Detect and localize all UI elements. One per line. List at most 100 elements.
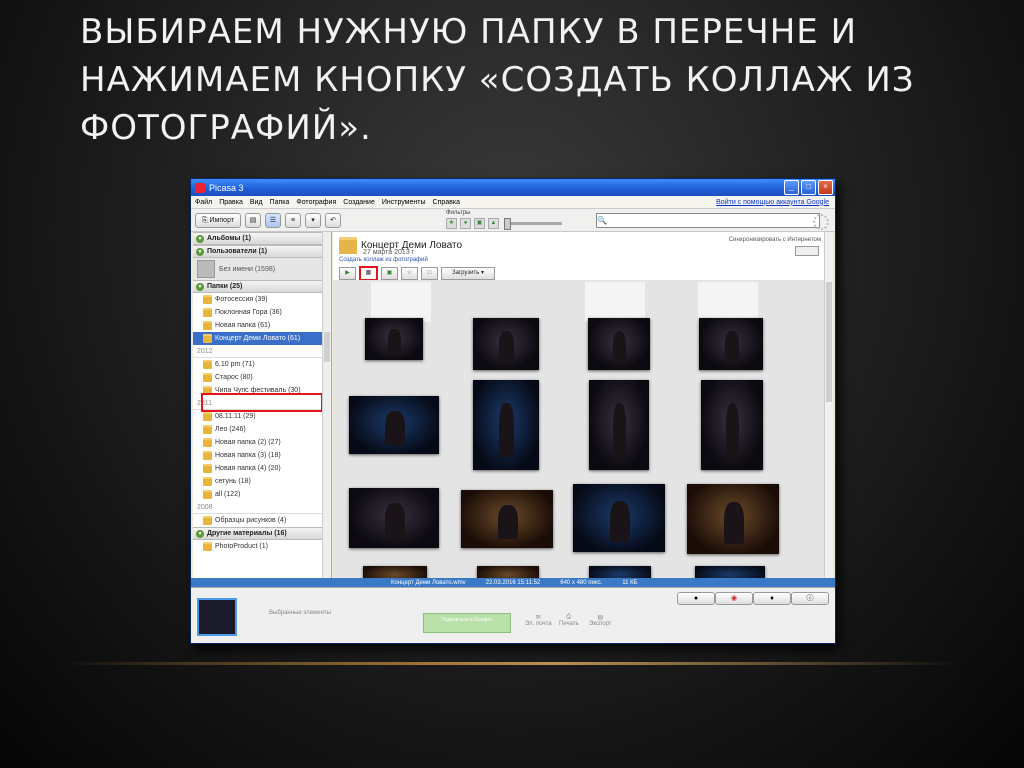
star-button[interactable]: ☆ [401, 267, 418, 280]
folder-icon [203, 334, 212, 343]
menu-tools[interactable]: Инструменты [382, 199, 426, 206]
folder-item[interactable]: Фотосессия (39) [193, 293, 331, 306]
user-item[interactable]: Без имени (1598) [193, 258, 331, 280]
menu-folder[interactable]: Папка [270, 199, 290, 206]
search-input[interactable]: 🔍 [596, 213, 820, 228]
folder-item[interactable]: Поклонная Гора (36) [193, 306, 331, 319]
folder-icon [203, 425, 212, 434]
maximize-button[interactable]: □ [801, 180, 816, 195]
menu-create[interactable]: Создание [343, 199, 375, 206]
import-label: Импорт [209, 216, 235, 224]
photo-thumbnail[interactable] [461, 490, 553, 548]
photo-thumbnail[interactable] [589, 566, 651, 578]
photo-thumbnail[interactable] [573, 484, 665, 552]
folder-item[interactable]: 6.10 pm (71) [193, 358, 331, 371]
status-file: Концерт Деми Ловато.wmv [391, 579, 466, 586]
tags-button[interactable]: ♦ [753, 592, 791, 605]
places-button[interactable]: ◉ [715, 592, 753, 605]
folder-item[interactable]: Новая папка (3) (18) [193, 449, 331, 462]
menu-edit[interactable]: Правка [219, 199, 243, 206]
print-button[interactable]: ⎙ Печать [559, 614, 579, 627]
photo-thumbnail[interactable] [363, 566, 427, 578]
menu-help[interactable]: Справка [433, 199, 460, 206]
export-button[interactable]: ▤ Экспорт [589, 614, 612, 627]
photo-thumbnail[interactable] [473, 318, 539, 370]
filter-movie-icon[interactable]: ▣ [474, 218, 485, 229]
menu-photo[interactable]: Фотография [296, 199, 336, 206]
folder-item[interactable]: сетунь (18) [193, 475, 331, 488]
picasa-window: Picasa 3 _ □ × Файл Правка Вид Папка Фот… [190, 178, 836, 644]
selected-thumbnail[interactable] [197, 598, 237, 636]
folder-item[interactable]: Старос (80) [193, 371, 331, 384]
folders-section[interactable]: ▼ Папки (25) [193, 280, 331, 293]
create-collage-link[interactable]: Создать коллаж из фотографий [339, 257, 428, 263]
close-button[interactable]: × [818, 180, 833, 195]
status-kb: 11 КБ [622, 579, 638, 586]
play-slideshow-button[interactable]: ▶ [339, 267, 356, 280]
info-button[interactable]: ⓘ [791, 592, 829, 605]
slide-title: Выбираем нужную папку в перечне и нажима… [80, 12, 915, 148]
users-section[interactable]: ▼ Пользователи (1) [193, 245, 331, 258]
photo-thumbnail[interactable] [349, 396, 439, 454]
photo-thumbnail[interactable] [371, 282, 431, 322]
selected-items-label: Выбранные элементы [269, 610, 331, 616]
upload-button[interactable]: Загрузить ▾ [441, 267, 495, 280]
folder-item[interactable]: Новая папка (61) [193, 319, 331, 332]
import-button[interactable]: ⎘ Импорт [195, 212, 242, 228]
expand-icon: ▼ [196, 247, 204, 256]
folder-item[interactable]: Лео (246) [193, 423, 331, 436]
view-library-icon[interactable]: ▤ [245, 212, 262, 228]
filter-geo-icon[interactable]: ▲ [488, 218, 499, 229]
albums-section[interactable]: ▼ Альбомы (1) [193, 232, 331, 245]
folder-item[interactable]: Новая папка (2) (27) [193, 436, 331, 449]
photo-thumbnail[interactable] [477, 566, 539, 578]
sync-toggle[interactable] [795, 246, 819, 256]
create-movie-button[interactable]: ▣ [381, 267, 398, 280]
folder-item[interactable]: Образцы рисунков (4) [193, 514, 331, 527]
email-button[interactable]: ✉ Эл. почта [525, 614, 552, 627]
menu-view[interactable]: Вид [250, 199, 263, 206]
people-button[interactable]: ● [677, 592, 715, 605]
photo-thumbnail[interactable] [687, 484, 779, 554]
avatar-icon [197, 260, 215, 278]
photo-thumbnail[interactable] [585, 282, 645, 322]
detail-view-icon[interactable]: ≡ [285, 212, 302, 228]
photo-thumbnail[interactable] [588, 318, 650, 370]
window-titlebar[interactable]: Picasa 3 _ □ × [191, 179, 835, 196]
photo-thumbnail[interactable] [701, 380, 763, 470]
photo-thumbnail[interactable] [698, 282, 758, 322]
folder-item[interactable]: PhotoProduct (1) [193, 540, 331, 553]
filter-date-slider[interactable] [504, 218, 562, 230]
status-bar: Концерт Деми Ловато.wmv 22.03.2016 15:11… [191, 578, 835, 587]
photo-thumbnail[interactable] [699, 318, 763, 370]
status-size: 640 x 480 пикс. [560, 579, 603, 586]
share-button[interactable]: Поделиться в Google+ [423, 613, 511, 633]
main-scrollbar[interactable] [824, 232, 833, 578]
year-header: 2012 [193, 345, 331, 358]
folder-icon [203, 477, 212, 486]
sidebar-scrollbar[interactable] [322, 232, 331, 578]
menu-file[interactable]: Файл [195, 199, 212, 206]
photo-thumbnail[interactable] [473, 380, 539, 470]
expand-icon: ▼ [196, 234, 204, 243]
list-view-icon[interactable]: ☰ [265, 212, 282, 228]
create-collage-button[interactable]: ▦ [359, 266, 378, 281]
filter-star-icon[interactable]: ★ [446, 218, 457, 229]
dropdown-icon[interactable]: ▾ [305, 212, 322, 228]
minimize-button[interactable]: _ [784, 180, 799, 195]
folder-icon [203, 516, 212, 525]
expand-icon: ▼ [196, 282, 204, 291]
folder-icon [203, 373, 212, 382]
save-button[interactable]: □ [421, 267, 438, 280]
google-signin-link[interactable]: Войти с помощью аккаунта Google [716, 199, 829, 206]
filter-person-icon[interactable]: ● [460, 218, 471, 229]
back-arrow-icon[interactable]: ↶ [325, 212, 342, 228]
photo-thumbnail[interactable] [589, 380, 649, 470]
other-section[interactable]: ▼ Другие материалы (16) [193, 527, 331, 540]
photo-thumbnail[interactable] [365, 318, 423, 360]
folder-item-selected[interactable]: Концерт Деми Ловато (61) [193, 332, 331, 345]
folder-item[interactable]: Новая папка (4) (20) [193, 462, 331, 475]
folder-item[interactable]: all (122) [193, 488, 331, 501]
photo-thumbnail[interactable] [695, 566, 765, 578]
photo-thumbnail[interactable] [349, 488, 439, 548]
